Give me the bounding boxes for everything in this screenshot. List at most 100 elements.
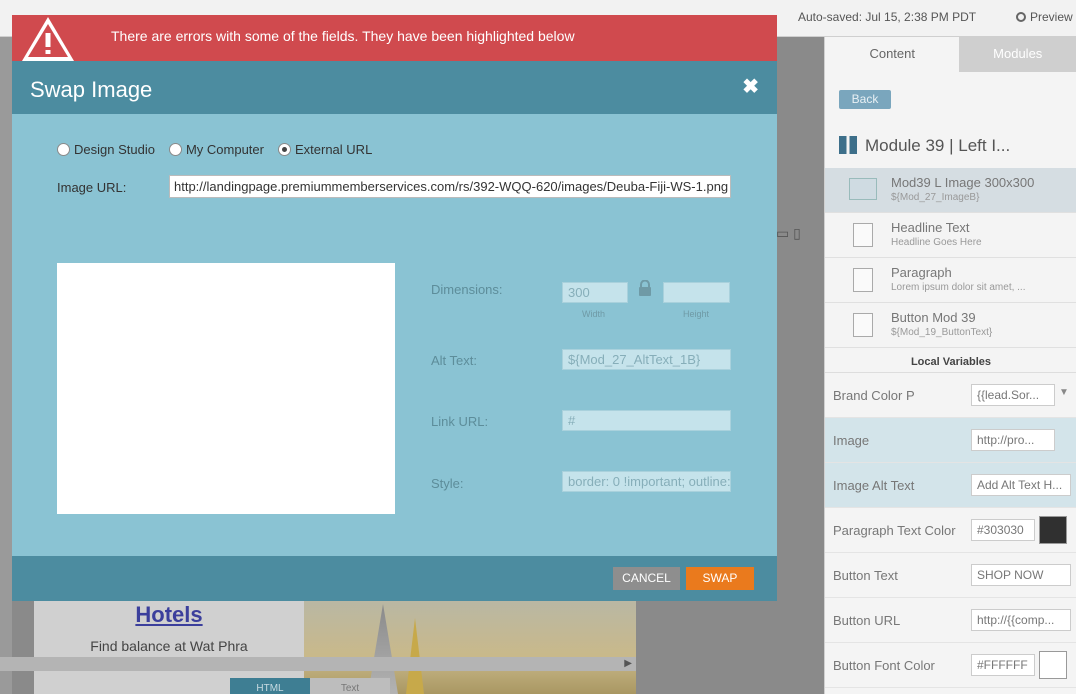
list-item-title: Headline Text: [891, 220, 970, 235]
lock-icon[interactable]: [638, 280, 652, 296]
variable-label: Brand Color P: [833, 388, 915, 403]
alt-text-input[interactable]: ${Mod_27_AltText_1B}: [562, 349, 731, 370]
image-source-options: Design Studio My Computer External URL: [57, 142, 386, 157]
radio-button[interactable]: [168, 143, 182, 156]
module-grid-icon: [839, 136, 857, 154]
panel-tabs: Content Modules: [825, 37, 1076, 72]
module-title-text: Module 39 | Left I...: [865, 136, 1011, 155]
link-url-input[interactable]: #: [562, 410, 731, 431]
list-item-subtitle: Headline Goes Here: [891, 237, 982, 248]
dialog-title: Swap Image: [30, 77, 153, 102]
tab-text[interactable]: Text: [310, 678, 390, 694]
device-toggle-icons[interactable]: ▭ ▯: [776, 225, 801, 242]
radio-my-computer[interactable]: My Computer: [168, 142, 264, 157]
variable-label: Button Font Color: [833, 658, 935, 673]
list-item-title: Button Mod 39: [891, 310, 976, 325]
variable-input[interactable]: Add Alt Text H...: [971, 474, 1071, 496]
list-item-subtitle: ${Mod_19_ButtonText}: [891, 327, 993, 338]
right-panel: Content Modules Back Module 39 | Left I.…: [824, 37, 1076, 694]
dimensions-label: Dimensions:: [431, 282, 503, 297]
horizontal-scrollbar[interactable]: ▶: [0, 657, 636, 671]
variable-label: Paragraph Text Color: [833, 523, 956, 538]
radio-button[interactable]: [277, 143, 291, 156]
width-input[interactable]: 300: [562, 282, 628, 303]
list-item-subtitle: Lorem ipsum dolor sit amet, ...: [891, 282, 1026, 293]
color-swatch[interactable]: [1039, 651, 1067, 679]
error-banner: There are errors with some of the fields…: [12, 15, 777, 61]
preview-button[interactable]: Preview: [1016, 10, 1073, 24]
cancel-button[interactable]: CANCEL: [613, 567, 680, 590]
width-sub-label: Width: [582, 309, 606, 319]
variable-input[interactable]: http://pro...: [971, 429, 1055, 451]
list-item-title: Paragraph: [891, 265, 952, 280]
search-icon: [1016, 12, 1026, 22]
view-tabs: HTML Text: [230, 678, 390, 694]
color-swatch[interactable]: [1039, 516, 1067, 544]
module-element-list: Mod39 L Image 300x300 ${Mod_27_ImageB} H…: [825, 168, 1076, 348]
radio-label: Design Studio: [74, 142, 155, 157]
image-url-input[interactable]: http://landingpage.premiummemberservices…: [169, 175, 731, 198]
error-message: There are errors with some of the fields…: [111, 28, 575, 44]
list-item[interactable]: Button Mod 39 ${Mod_19_ButtonText}: [825, 303, 1076, 348]
variable-input[interactable]: SHOP NOW: [971, 564, 1071, 586]
dialog-footer: CANCEL SWAP: [12, 556, 777, 601]
variable-row: Paragraph Text Color #303030: [825, 508, 1076, 553]
swap-image-dialog: Swap Image ✖ Design Studio My Computer E…: [12, 61, 777, 601]
local-variables-list: Brand Color P {{lead.Sor... ▼ Image http…: [825, 373, 1076, 688]
variable-row: Image http://pro...: [825, 418, 1076, 463]
variable-label: Button URL: [833, 613, 901, 628]
variable-row: Image Alt Text Add Alt Text H...: [825, 463, 1076, 508]
list-item[interactable]: Paragraph Lorem ipsum dolor sit amet, ..…: [825, 258, 1076, 303]
swap-button[interactable]: SWAP: [686, 567, 754, 590]
tab-modules[interactable]: Modules: [959, 37, 1076, 72]
list-item[interactable]: Mod39 L Image 300x300 ${Mod_27_ImageB}: [825, 168, 1076, 213]
module-title: Module 39 | Left I...: [839, 136, 1010, 156]
chevron-down-icon[interactable]: ▼: [1059, 387, 1069, 398]
image-preview: [57, 263, 395, 514]
variable-row: Brand Color P {{lead.Sor... ▼: [825, 373, 1076, 418]
variable-row: Button Font Color #FFFFFF: [825, 643, 1076, 688]
variable-label: Image: [833, 433, 870, 448]
radio-design-studio[interactable]: Design Studio: [57, 142, 155, 157]
temple-spire-shape: [406, 618, 424, 694]
variable-label: Image Alt Text: [833, 478, 915, 493]
hotels-title-link[interactable]: Hotels: [34, 602, 304, 628]
height-input[interactable]: [663, 282, 730, 303]
preview-label: Preview: [1030, 10, 1073, 24]
radio-button[interactable]: [57, 143, 70, 156]
variable-row: Button Text SHOP NOW: [825, 553, 1076, 598]
warning-icon: [22, 17, 74, 61]
alt-text-label: Alt Text:: [431, 353, 478, 368]
variable-label: Button Text: [833, 568, 898, 583]
close-icon[interactable]: ✖: [742, 77, 759, 97]
variable-input[interactable]: #FFFFFF: [971, 654, 1035, 676]
text-icon: [853, 268, 873, 292]
height-sub-label: Height: [683, 309, 710, 319]
back-button[interactable]: Back: [839, 90, 891, 109]
local-variables-heading: Local Variables: [825, 353, 1076, 373]
link-url-label: Link URL:: [431, 414, 489, 429]
left-toolbar: [0, 37, 12, 694]
radio-label: My Computer: [185, 142, 264, 157]
list-item[interactable]: Headline Text Headline Goes Here: [825, 213, 1076, 258]
image-icon: [849, 178, 877, 200]
tab-content[interactable]: Content: [825, 37, 960, 72]
radio-label: External URL: [294, 142, 373, 157]
list-item-title: Mod39 L Image 300x300: [891, 175, 1035, 190]
variable-input[interactable]: http://{{comp...: [971, 609, 1071, 631]
hotels-text: Find balance at Wat Phra: [90, 638, 248, 654]
style-label: Style:: [431, 476, 464, 491]
variable-select[interactable]: {{lead.Sor...: [971, 384, 1055, 406]
image-url-label: Image URL:: [57, 180, 127, 195]
text-icon: [853, 313, 873, 337]
autosave-status: Auto-saved: Jul 15, 2:38 PM PDT: [798, 10, 977, 24]
radio-external-url[interactable]: External URL: [277, 142, 373, 157]
style-input[interactable]: border: 0 !important; outline: none;: [562, 471, 731, 492]
variable-input[interactable]: #303030: [971, 519, 1035, 541]
variable-row: Button URL http://{{comp...: [825, 598, 1076, 643]
text-icon: [853, 223, 873, 247]
list-item-subtitle: ${Mod_27_ImageB}: [891, 192, 980, 203]
scroll-right-arrow-icon[interactable]: ▶: [624, 658, 632, 669]
tab-html[interactable]: HTML: [230, 678, 310, 694]
dialog-header: Swap Image ✖: [12, 61, 777, 114]
